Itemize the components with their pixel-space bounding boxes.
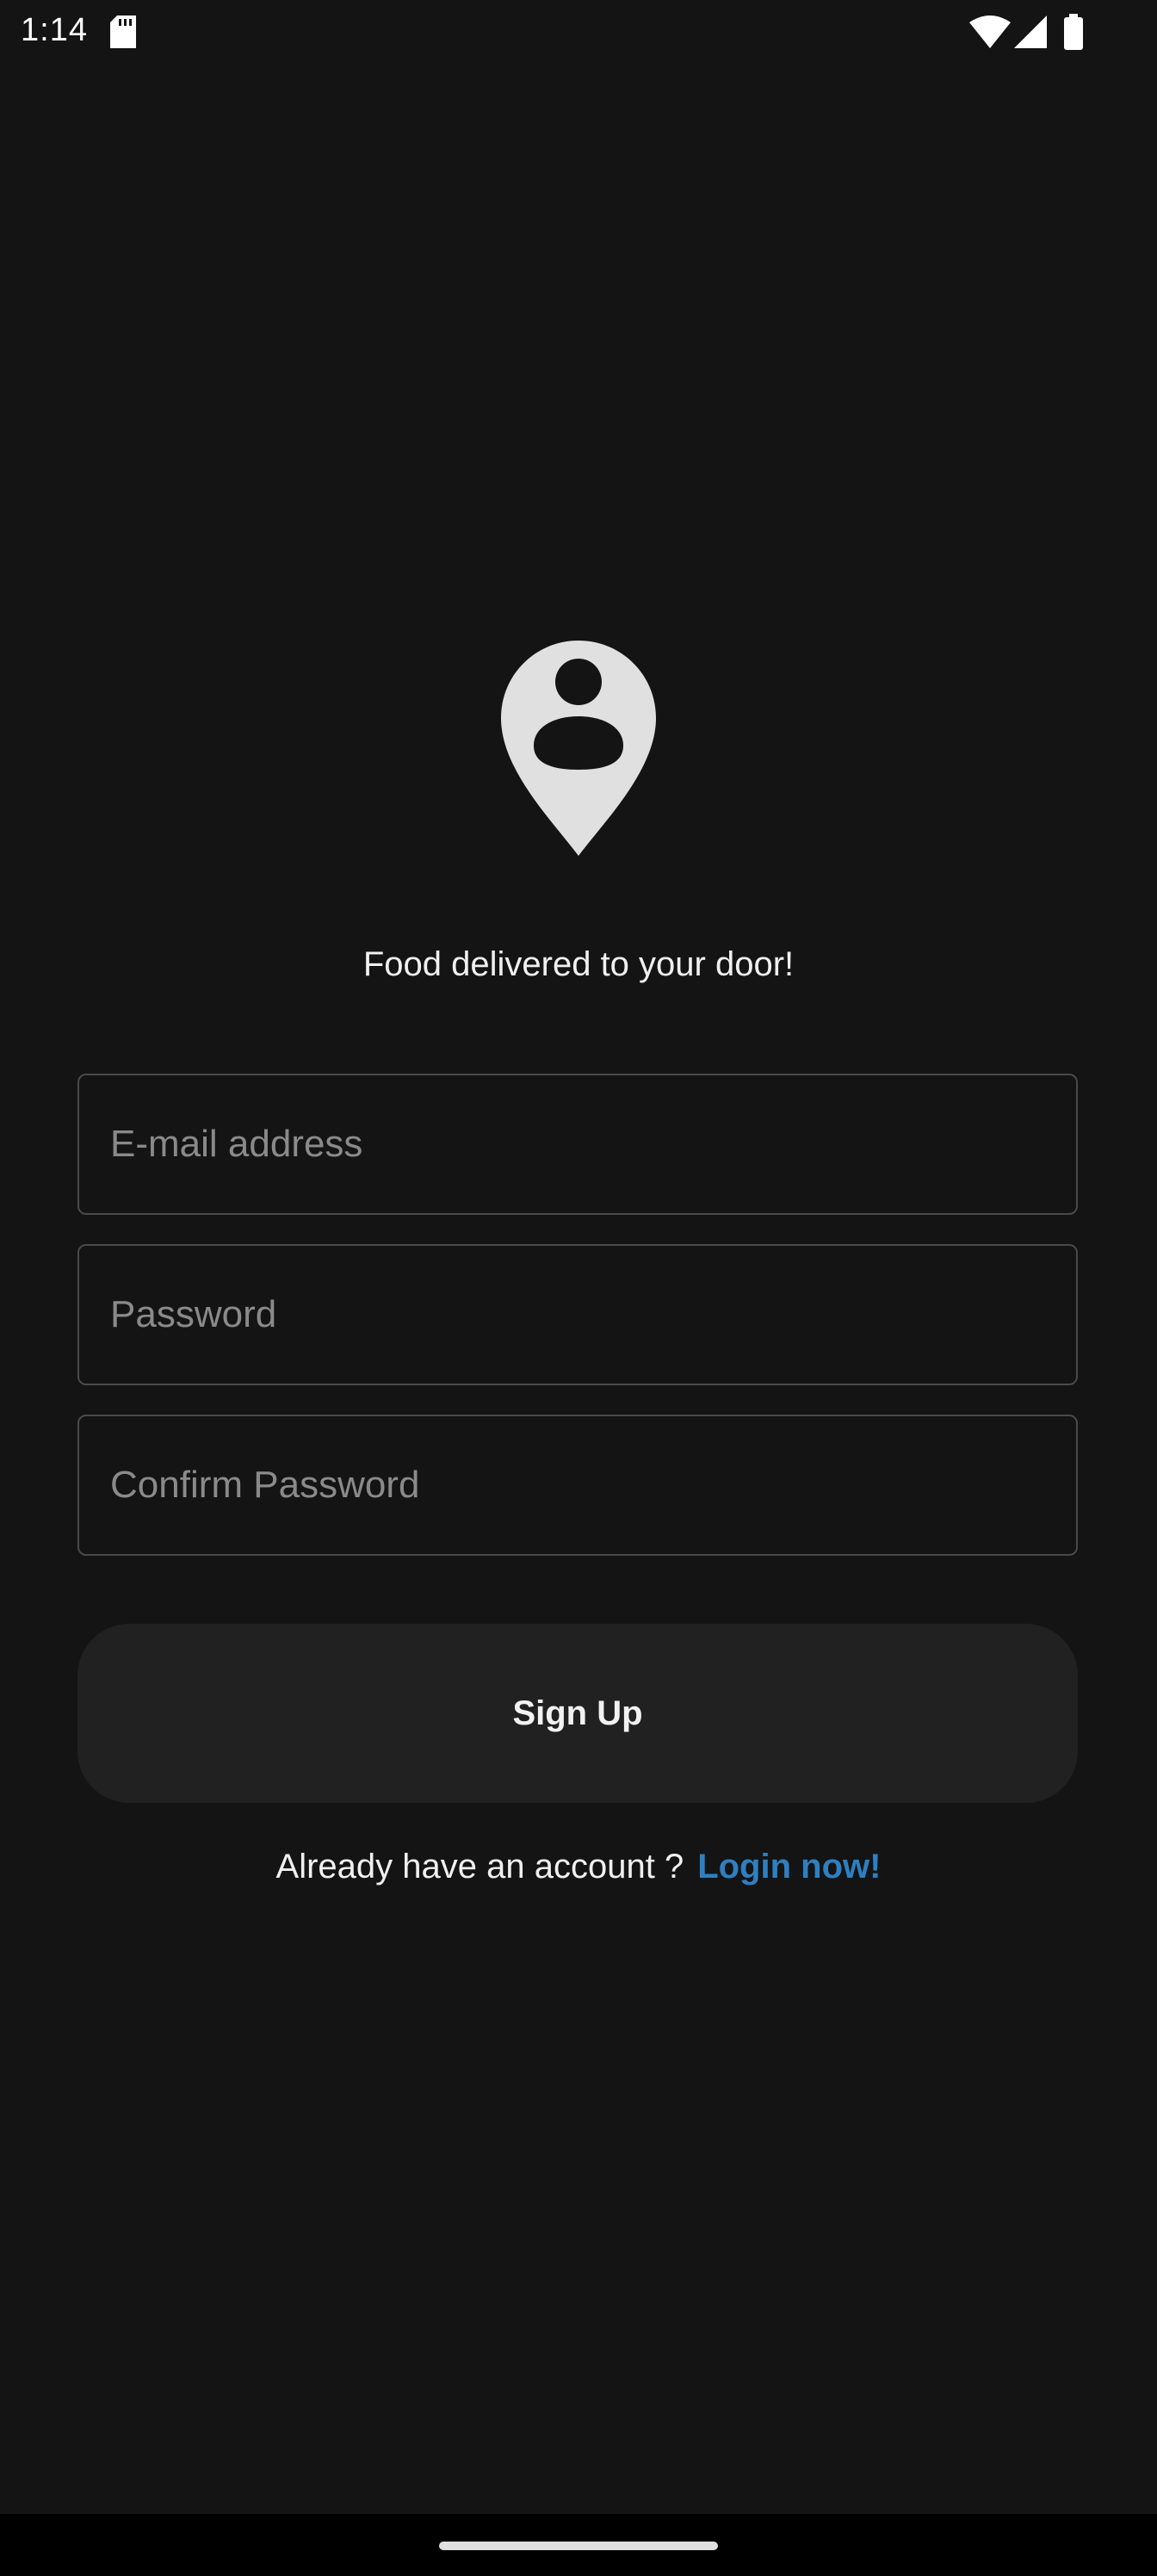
sign-up-label: Sign Up [512, 1694, 643, 1732]
password-field[interactable] [77, 1244, 1078, 1385]
sign-up-button[interactable]: Sign Up [77, 1624, 1078, 1803]
home-indicator[interactable] [439, 2542, 718, 2550]
password-input[interactable] [79, 1246, 1076, 1384]
email-field[interactable] [77, 1074, 1078, 1215]
tagline: Food delivered to your door! [362, 945, 795, 983]
login-now-link[interactable]: Login now! [697, 1848, 881, 1886]
location-person-pin-icon [501, 641, 656, 856]
wifi-icon [969, 15, 1011, 48]
email-input[interactable] [79, 1075, 1076, 1213]
confirm-password-field[interactable] [77, 1415, 1078, 1556]
login-prompt: Already have an account ? [275, 1848, 684, 1886]
battery-icon [1064, 14, 1083, 50]
confirm-password-input[interactable] [79, 1416, 1076, 1554]
status-bar: 1:14 [0, 0, 1157, 65]
sd-card-icon [110, 15, 136, 48]
login-row: Already have an account ? Login now! [0, 1848, 1157, 1886]
signal-icon [1014, 15, 1047, 48]
status-time: 1:14 [21, 12, 88, 48]
